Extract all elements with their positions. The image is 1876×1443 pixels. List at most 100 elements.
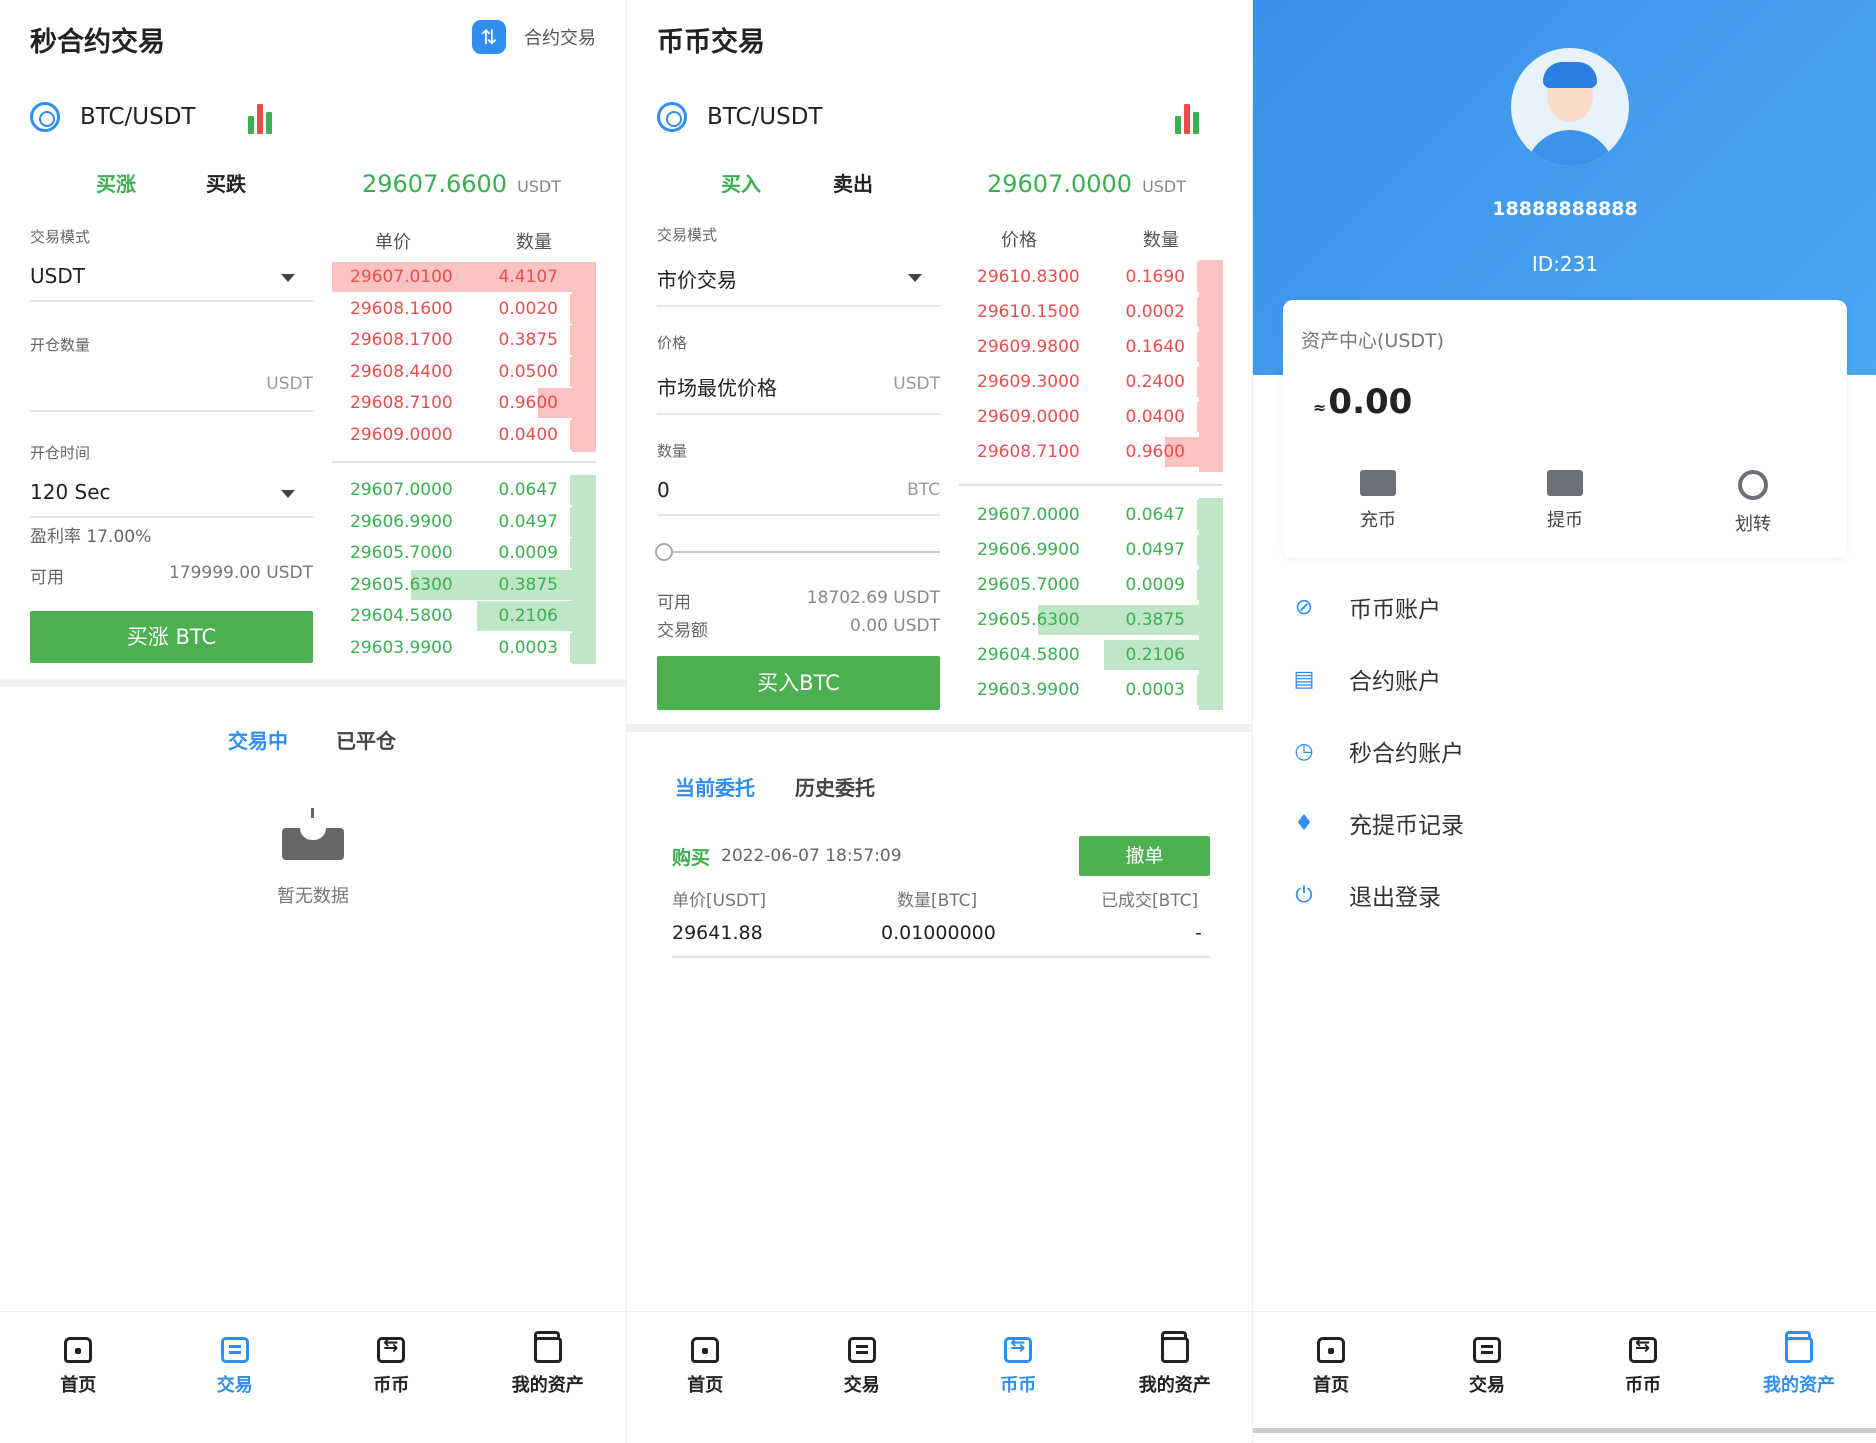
asset-center-label: 资产中心(USDT) xyxy=(1301,330,1445,352)
sell-order-row[interactable]: 29609.0000 0.0400 xyxy=(332,419,596,450)
nav-coin[interactable]: 币币 xyxy=(940,1312,1097,1421)
sell-order-row[interactable]: 29609.9800 0.1640 xyxy=(959,332,1223,362)
nav-home[interactable]: 首页 xyxy=(627,1312,784,1421)
wallet-icon xyxy=(1547,470,1583,496)
sell-order-row[interactable]: 29608.1700 0.3875 xyxy=(332,325,596,355)
deposit-button[interactable]: 充币 xyxy=(1318,470,1438,532)
buy-order-row[interactable]: 29607.0000 0.0647 xyxy=(959,500,1223,530)
sell-order-row[interactable]: 29608.4400 0.0500 xyxy=(332,356,596,387)
nav-coin[interactable]: 币币 xyxy=(1565,1312,1721,1421)
qty-input[interactable]: 0 BTC xyxy=(657,478,940,516)
kline-icon[interactable] xyxy=(248,104,272,134)
mode-label: 交易模式 xyxy=(657,226,718,244)
sell-order-row[interactable]: 29610.1500 0.0002 xyxy=(959,297,1223,327)
buy-order-row[interactable]: 29605.6300 0.3875 xyxy=(959,605,1223,635)
order-price: 29605.6300 xyxy=(977,610,1080,630)
nav-assets[interactable]: 我的资产 xyxy=(470,1312,627,1421)
nav-assets[interactable]: 我的资产 xyxy=(1721,1312,1876,1421)
tab-buy-down[interactable]: 买跌 xyxy=(206,168,246,197)
tab-sell[interactable]: 卖出 xyxy=(833,168,873,197)
mode-select[interactable]: 市价交易 xyxy=(657,264,940,307)
avatar[interactable] xyxy=(1511,48,1629,166)
buy-order-row[interactable]: 29606.9900 0.0497 xyxy=(332,506,596,537)
tab-history-orders[interactable]: 历史委托 xyxy=(795,772,875,801)
sell-order-row[interactable]: 29609.0000 0.0400 xyxy=(959,402,1223,432)
buy-order-row[interactable]: 29603.9900 0.0003 xyxy=(959,675,1223,705)
bottom-nav: 首页 交易 币币 我的资产 xyxy=(0,1311,626,1421)
available-value: 18702.69 USDT xyxy=(806,588,940,608)
mode-select[interactable]: USDT xyxy=(30,264,313,302)
tab-current-orders[interactable]: 当前委托 xyxy=(675,772,755,801)
buy-btc-button[interactable]: 买入BTC xyxy=(657,656,940,710)
buy-up-button[interactable]: 买涨 BTC xyxy=(30,611,313,663)
available-value: 179999.00 USDT xyxy=(168,563,313,583)
buy-order-row[interactable]: 29607.0000 0.0647 xyxy=(332,475,596,505)
buy-order-row[interactable]: 29605.6300 0.3875 xyxy=(332,569,596,600)
sell-order-row[interactable]: 29607.0100 4.4107 xyxy=(332,262,596,292)
qty-input[interactable]: USDT xyxy=(30,372,313,412)
menu-logout[interactable]: ⏻ 退出登录 xyxy=(1291,878,1441,912)
nav-trade[interactable]: 交易 xyxy=(1409,1312,1565,1421)
nav-assets[interactable]: 我的资产 xyxy=(1097,1312,1253,1421)
menu-deposit-withdraw-records[interactable]: ♦ 充提币记录 xyxy=(1291,806,1464,840)
nav-trade[interactable]: 交易 xyxy=(157,1312,314,1421)
order-qty: 0.0003 xyxy=(498,637,558,658)
nav-coin[interactable]: 币币 xyxy=(313,1312,470,1421)
gear-icon xyxy=(657,102,687,132)
order-filled: - xyxy=(1195,922,1202,944)
time-select[interactable]: 120 Sec xyxy=(30,480,313,518)
sell-order-row[interactable]: 29609.3000 0.2400 xyxy=(959,367,1223,397)
order-price: 29604.5800 xyxy=(977,645,1080,665)
nav-home[interactable]: 首页 xyxy=(0,1312,157,1421)
order-qty: 0.0009 xyxy=(498,543,558,563)
order-qty: 0.3875 xyxy=(498,330,558,350)
tab-buy-up[interactable]: 买涨 xyxy=(96,168,136,197)
order-price: 29609.9800 xyxy=(977,337,1080,357)
order-qty: 0.0003 xyxy=(1125,680,1185,700)
nav-trade[interactable]: 交易 xyxy=(784,1312,941,1421)
order-qty: 0.9600 xyxy=(498,393,558,413)
spot-account-icon: ⊘ xyxy=(1294,594,1314,620)
tab-buy[interactable]: 买入 xyxy=(721,168,761,197)
buy-order-row[interactable]: 29604.5800 0.2106 xyxy=(332,601,596,631)
home-icon xyxy=(64,1336,93,1363)
withdraw-button[interactable]: 提币 xyxy=(1505,470,1625,532)
order-price: 29605.7000 xyxy=(977,575,1080,595)
sell-order-row[interactable]: 29610.8300 0.1690 xyxy=(959,262,1223,292)
amount-slider[interactable] xyxy=(655,543,940,561)
pair-selector[interactable]: BTC/USDT xyxy=(30,102,195,132)
order-qty: 0.0497 xyxy=(1125,540,1185,560)
buy-order-row[interactable]: 29604.5800 0.2106 xyxy=(959,640,1223,670)
sell-order-row[interactable]: 29608.1600 0.0020 xyxy=(332,293,596,324)
transfer-button[interactable]: 划转 xyxy=(1693,470,1813,536)
balance: ≈0.00 xyxy=(1313,382,1413,422)
order-price: 29609.3000 xyxy=(977,372,1080,392)
spot-trade-screen: 币币交易 BTC/USDT 买入 卖出 29607.0000 USDT 交易模式 … xyxy=(626,0,1252,1443)
price-input[interactable]: 市场最优价格 USDT xyxy=(657,372,940,415)
contract-trade-link[interactable]: ⇅ 合约交易 xyxy=(472,20,596,54)
slider-handle[interactable] xyxy=(655,543,673,561)
buy-order-row[interactable]: 29603.9900 0.0003 xyxy=(332,632,596,663)
sell-order-row[interactable]: 29608.7100 0.9600 xyxy=(959,437,1223,467)
wallet-icon xyxy=(533,1330,562,1363)
tab-trading[interactable]: 交易中 xyxy=(228,725,288,754)
order-price: 29609.0000 xyxy=(350,424,453,445)
tab-closed[interactable]: 已平仓 xyxy=(336,725,396,754)
menu-contract-account[interactable]: ▤ 合约账户 xyxy=(1291,662,1441,696)
chevron-down-icon xyxy=(281,490,295,498)
trade-icon xyxy=(1473,1336,1501,1363)
pair-selector[interactable]: BTC/USDT xyxy=(657,102,822,132)
order-price: 29608.7100 xyxy=(977,442,1080,462)
nav-home[interactable]: 首页 xyxy=(1253,1312,1409,1421)
cancel-order-button[interactable]: 撤单 xyxy=(1079,836,1210,876)
bottom-nav: 首页 交易 币币 我的资产 xyxy=(1253,1311,1876,1421)
buy-order-row[interactable]: 29606.9900 0.0497 xyxy=(959,535,1223,565)
buy-order-row[interactable]: 29605.7000 0.0009 xyxy=(332,538,596,568)
menu-spot-account[interactable]: ⊘ 币币账户 xyxy=(1291,590,1441,624)
pair-label: BTC/USDT xyxy=(80,104,196,130)
menu-second-contract-account[interactable]: ◷ 秒合约账户 xyxy=(1291,734,1464,768)
order-price: 29610.8300 xyxy=(977,267,1080,287)
sell-order-row[interactable]: 29608.7100 0.9600 xyxy=(332,388,596,418)
kline-icon[interactable] xyxy=(1175,104,1199,134)
buy-order-row[interactable]: 29605.7000 0.0009 xyxy=(959,570,1223,600)
